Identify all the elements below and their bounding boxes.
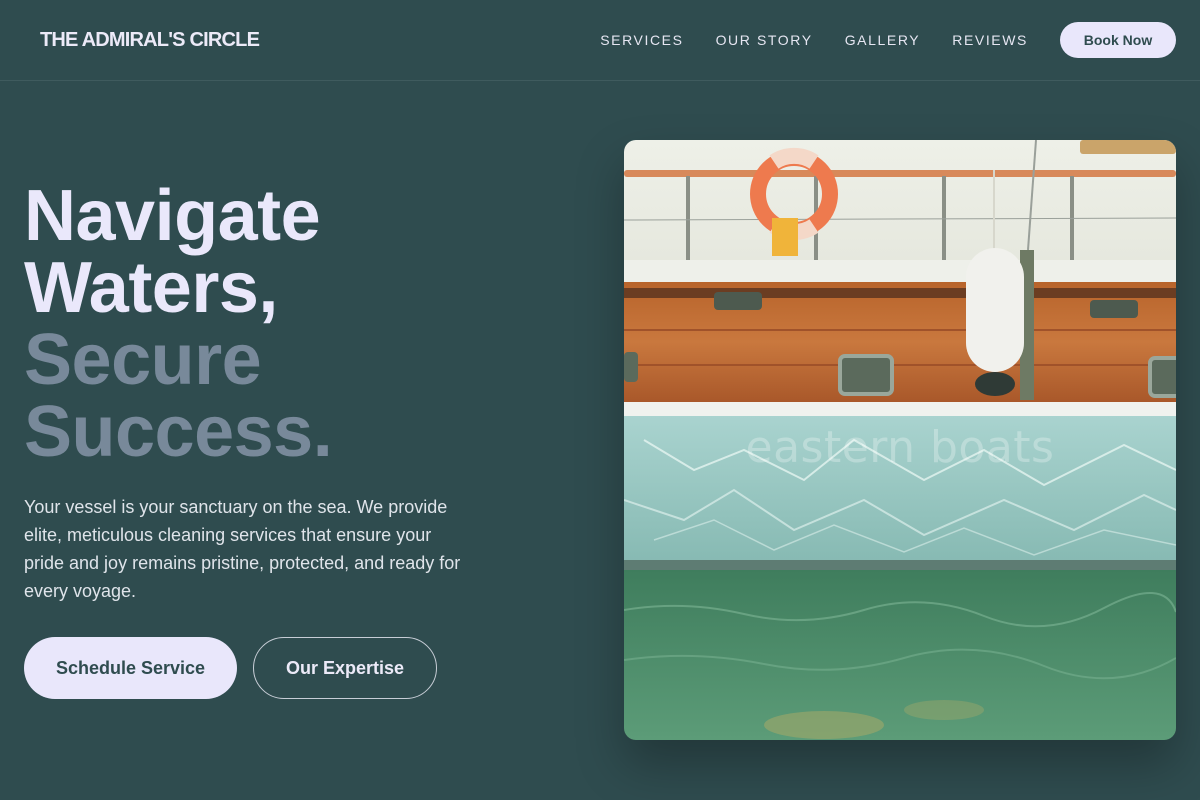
hero-title-line-3: Secure — [24, 320, 262, 400]
hero-boat-image: eastern boats — [624, 140, 1176, 740]
hero-title-line-4: Success. — [24, 392, 333, 472]
brand-logo[interactable]: THE ADMIRAL'S CIRCLE — [40, 29, 260, 52]
schedule-service-button[interactable]: Schedule Service — [24, 637, 237, 699]
nav-item-our-story[interactable]: OUR STORY — [716, 22, 813, 58]
our-expertise-button[interactable]: Our Expertise — [253, 637, 437, 699]
main-nav: SERVICES OUR STORY GALLERY REVIEWS Book … — [600, 22, 1176, 58]
site-header: THE ADMIRAL'S CIRCLE SERVICES OUR STORY … — [0, 0, 1200, 81]
nav-item-reviews[interactable]: REVIEWS — [952, 22, 1028, 58]
nav-item-services[interactable]: SERVICES — [600, 22, 683, 58]
hero-title: Navigate Waters, Secure Success. — [24, 180, 544, 468]
hero-title-line-2: Waters, — [24, 248, 278, 328]
image-watermark: eastern boats — [745, 422, 1055, 473]
book-now-button[interactable]: Book Now — [1060, 22, 1176, 58]
hero-description: Your vessel is your sanctuary on the sea… — [24, 497, 461, 601]
nav-item-gallery[interactable]: GALLERY — [845, 22, 921, 58]
hero-title-line-1: Navigate — [24, 176, 321, 256]
